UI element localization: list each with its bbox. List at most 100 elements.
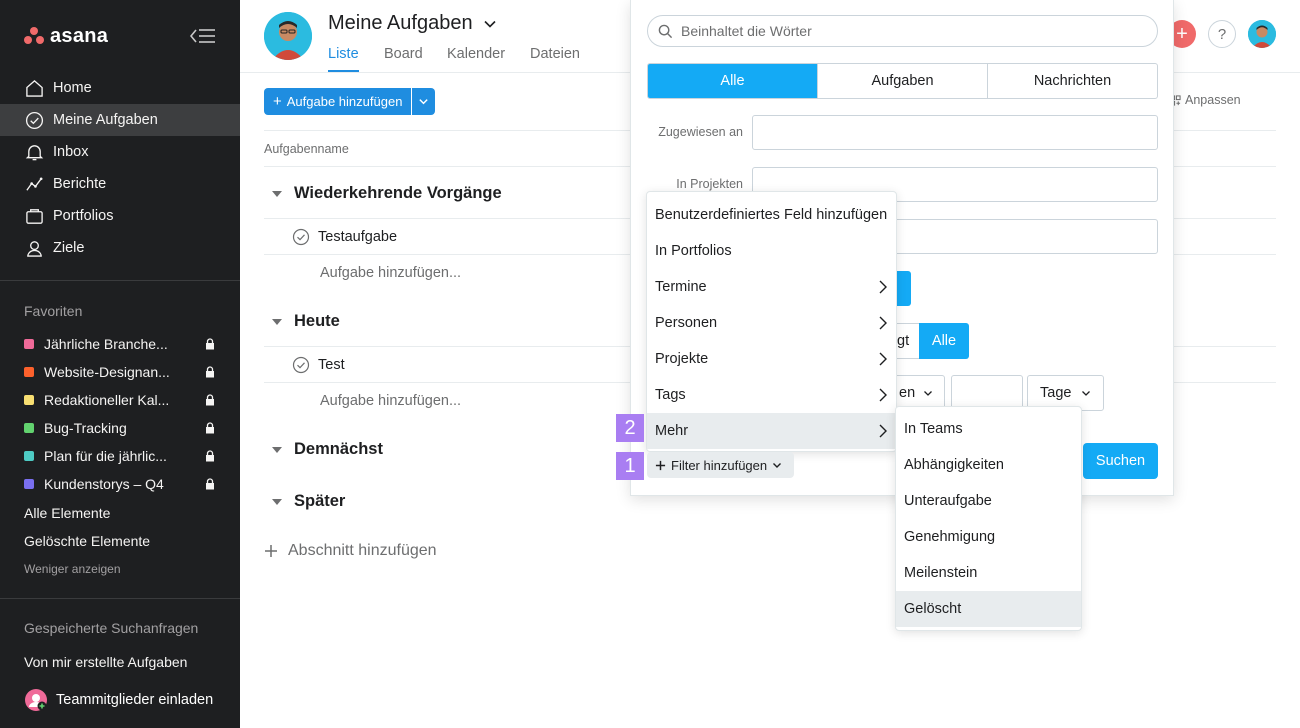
status-option[interactable]: gt	[897, 323, 919, 359]
add-task-button-group: + Aufgabe hinzufügen	[264, 88, 436, 115]
check-circle-icon[interactable]	[292, 356, 310, 374]
home-icon	[24, 78, 44, 98]
triangle-down-icon[interactable]	[272, 318, 282, 325]
segment-tasks[interactable]: Aufgaben	[817, 64, 987, 98]
search-type-segmented-control: Alle Aufgaben Nachrichten	[647, 63, 1158, 99]
assigned-to-input[interactable]	[752, 115, 1158, 150]
date-operator-label: en	[899, 385, 916, 401]
task-name: Test	[318, 356, 345, 373]
chevron-right-icon	[879, 280, 887, 294]
chevron-right-icon	[879, 424, 887, 438]
submenu-item-label: Meilenstein	[904, 565, 978, 581]
sidebar-item-my-tasks[interactable]: Meine Aufgaben	[0, 104, 240, 136]
segment-messages[interactable]: Nachrichten	[987, 64, 1157, 98]
favorite-project-label: Plan für die jährlic...	[44, 448, 167, 464]
menu-item-more[interactable]: Mehr	[647, 413, 896, 449]
search-submit-button[interactable]: Suchen	[1083, 443, 1158, 479]
chevron-right-icon	[879, 352, 887, 366]
submenu-item-in-teams[interactable]: In Teams	[896, 411, 1081, 447]
section-header[interactable]: Später	[272, 492, 345, 511]
segment-all[interactable]: Alle	[648, 64, 817, 98]
submenu-item-label: Genehmigung	[904, 529, 996, 545]
sidebar-item-portfolios[interactable]: Portfolios	[0, 200, 240, 232]
section-header[interactable]: Demnächst	[272, 440, 383, 459]
submenu-item-approval[interactable]: Genehmigung	[896, 519, 1081, 555]
section-header[interactable]: Wiederkehrende Vorgänge	[272, 184, 502, 203]
submenu-item-deleted[interactable]: Gelöscht	[896, 591, 1081, 627]
sidebar-item-home[interactable]: Home	[0, 72, 240, 104]
avatar[interactable]	[264, 12, 312, 60]
tab-board[interactable]: Board	[384, 46, 423, 70]
menu-item-tags[interactable]: Tags	[647, 377, 896, 413]
person-icon	[24, 238, 44, 258]
check-circle-icon	[24, 110, 44, 130]
chevron-down-icon	[483, 20, 496, 28]
favorite-project[interactable]: Plan für die jährlic...	[24, 442, 216, 470]
section-header[interactable]: Heute	[272, 312, 340, 331]
favorite-project[interactable]: Redaktioneller Kal...	[24, 386, 216, 414]
page-title[interactable]: Meine Aufgaben	[328, 12, 497, 35]
search-input[interactable]	[681, 23, 1121, 39]
customize-button[interactable]: Anpassen	[1170, 93, 1241, 107]
tab-calendar[interactable]: Kalender	[447, 46, 505, 70]
all-elements-link[interactable]: Alle Elemente	[24, 505, 110, 521]
user-avatar[interactable]	[1248, 20, 1276, 48]
add-task-button[interactable]: + Aufgabe hinzufügen	[264, 88, 412, 115]
submenu-item-label: In Teams	[904, 421, 963, 437]
more-filters-submenu: In Teams Abhängigkeiten Unteraufgabe Gen…	[895, 406, 1082, 631]
status-option-all[interactable]: Alle	[919, 323, 969, 359]
search-field[interactable]	[647, 15, 1158, 47]
sidebar-item-label: Berichte	[53, 176, 107, 192]
menu-item-dates[interactable]: Termine	[647, 269, 896, 305]
customize-label: Anpassen	[1185, 93, 1241, 107]
check-circle-icon[interactable]	[292, 228, 310, 246]
sidebar-item-label: Inbox	[53, 144, 89, 160]
add-task-inline-link[interactable]: Aufgabe hinzufügen...	[320, 265, 461, 281]
toggle-button[interactable]	[897, 271, 911, 306]
menu-item-in-portfolios[interactable]: In Portfolios	[647, 233, 896, 269]
tab-list[interactable]: Liste	[328, 46, 359, 72]
sidebar-item-goals[interactable]: Ziele	[0, 232, 240, 264]
section-title: Wiederkehrende Vorgänge	[294, 184, 502, 202]
favorite-project-label: Bug-Tracking	[44, 420, 127, 436]
add-task-dropdown-button[interactable]	[412, 88, 436, 115]
submenu-item-subtask[interactable]: Unteraufgabe	[896, 483, 1081, 519]
invite-label: Teammitglieder einladen	[56, 692, 214, 708]
invite-team-members-button[interactable]: Teammitglieder einladen	[24, 688, 213, 712]
tab-files[interactable]: Dateien	[530, 46, 580, 70]
triangle-down-icon[interactable]	[272, 446, 282, 453]
asana-logo[interactable]: asana	[24, 24, 108, 48]
step-badge-1: 1	[616, 452, 644, 480]
menu-item-custom-field[interactable]: Benutzerdefiniertes Feld hinzufügen	[647, 197, 896, 233]
add-filter-button[interactable]: Filter hinzufügen	[647, 452, 794, 478]
menu-item-projects[interactable]: Projekte	[647, 341, 896, 377]
favorite-project[interactable]: Website-Designan...	[24, 358, 216, 386]
add-section-button[interactable]: Abschnitt hinzufügen	[264, 542, 437, 560]
submenu-item-label: Gelöscht	[904, 601, 962, 617]
project-color-square	[24, 367, 34, 377]
assigned-to-label: Zugewiesen an	[658, 125, 743, 139]
triangle-down-icon[interactable]	[272, 190, 282, 197]
collapse-sidebar-icon[interactable]	[189, 26, 216, 46]
menu-item-label: Personen	[655, 315, 718, 331]
favorite-project[interactable]: Kundenstorys – Q4	[24, 470, 216, 498]
submenu-item-label: Unteraufgabe	[904, 493, 992, 509]
submenu-item-dependencies[interactable]: Abhängigkeiten	[896, 447, 1081, 483]
sidebar-item-inbox[interactable]: Inbox	[0, 136, 240, 168]
plus-icon: +	[273, 93, 282, 110]
saved-search-item[interactable]: Von mir erstellte Aufgaben	[24, 654, 187, 670]
help-button[interactable]: ?	[1208, 20, 1236, 48]
submenu-item-milestone[interactable]: Meilenstein	[896, 555, 1081, 591]
asana-logo-text: asana	[50, 24, 109, 47]
add-task-inline-link[interactable]: Aufgabe hinzufügen...	[320, 393, 461, 409]
menu-item-label: Mehr	[655, 423, 689, 439]
favorite-project[interactable]: Jährliche Branche...	[24, 330, 216, 358]
sidebar-item-reports[interactable]: Berichte	[0, 168, 240, 200]
favorite-project[interactable]: Bug-Tracking	[24, 414, 216, 442]
show-less-link[interactable]: Weniger anzeigen	[24, 562, 121, 576]
search-submit-label: Suchen	[1095, 453, 1146, 469]
triangle-down-icon[interactable]	[272, 498, 282, 505]
project-color-square	[24, 423, 34, 433]
menu-item-people[interactable]: Personen	[647, 305, 896, 341]
deleted-elements-link[interactable]: Gelöschte Elemente	[24, 533, 150, 549]
